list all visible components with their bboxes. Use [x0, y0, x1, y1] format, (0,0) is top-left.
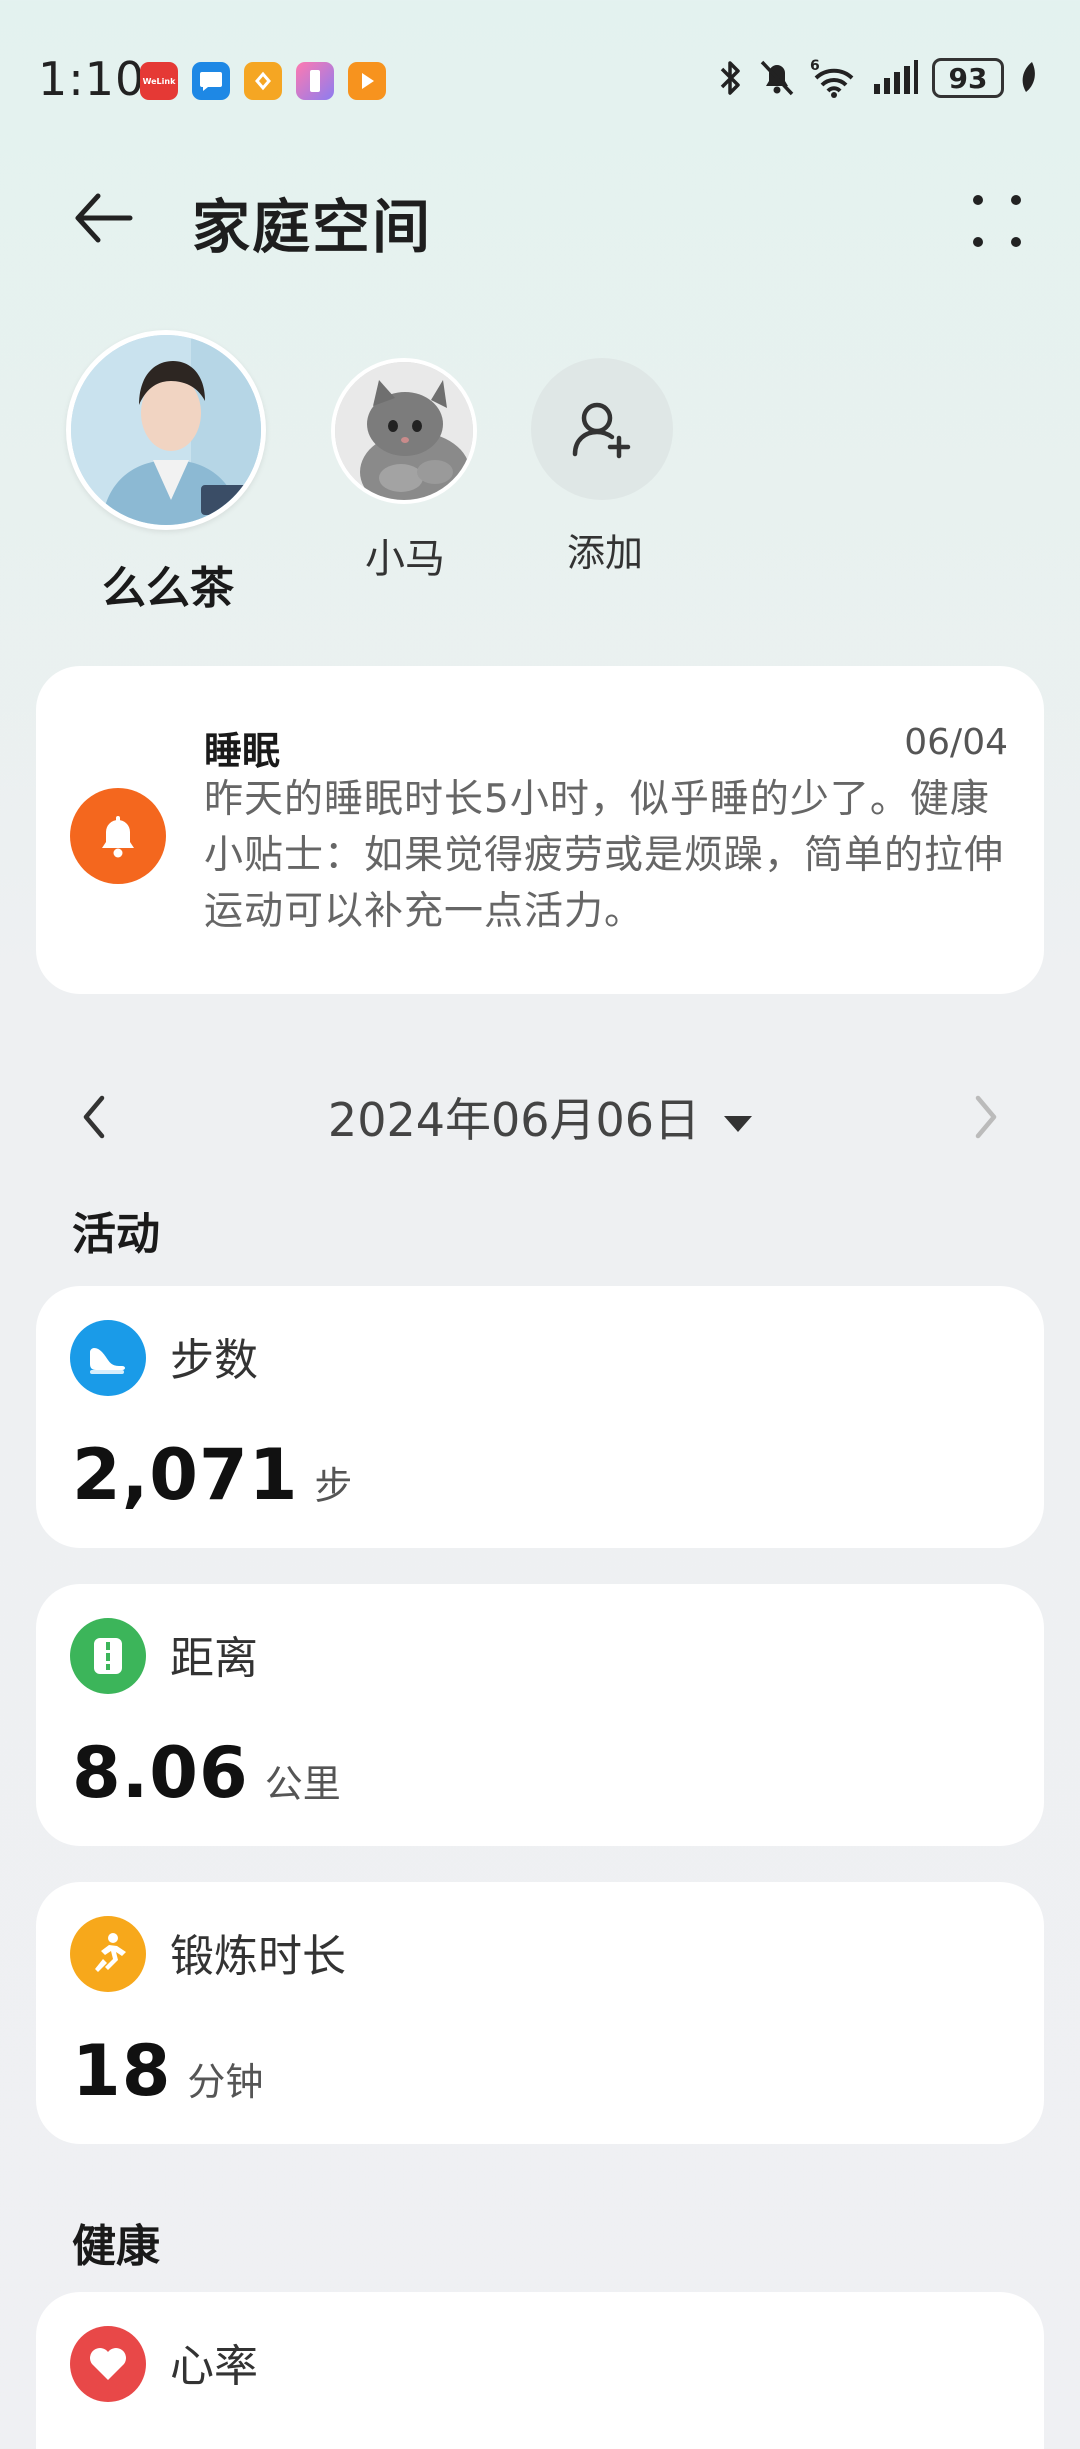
svg-text:6: 6: [810, 58, 820, 74]
app-gradient-icon: [296, 62, 334, 100]
metric-label: 锻炼时长: [170, 1931, 346, 1982]
heart-rate-card[interactable]: 心率: [36, 2292, 1044, 2449]
exercise-value: 18: [72, 2030, 172, 2112]
message-icon: [192, 62, 230, 100]
member-xiaoma[interactable]: 小马: [331, 358, 479, 584]
steps-card[interactable]: 步数 2,071 步: [36, 1286, 1044, 1548]
avatar: [331, 358, 477, 504]
metric-label: 步数: [170, 1335, 258, 1386]
arrow-left-icon: [75, 193, 133, 243]
add-circle: [531, 358, 673, 500]
battery-indicator: 93: [932, 58, 1004, 98]
road-icon: [70, 1618, 146, 1694]
metric-value: 18 分钟: [72, 2030, 263, 2112]
member-momocha[interactable]: 么么茶: [66, 330, 270, 616]
chevron-right-icon: [975, 1095, 997, 1139]
steps-unit: 步: [314, 1464, 353, 1508]
member-name: 小马: [365, 536, 445, 582]
date-navigator: 2024年06月06日: [0, 1080, 1080, 1150]
welink-icon: WeLink: [140, 62, 178, 100]
distance-card[interactable]: 距离 8.06 公里: [36, 1584, 1044, 1846]
notification-icons: WeLink: [140, 62, 386, 100]
exercise-unit: 分钟: [187, 2060, 264, 2104]
metric-value: 8.06 公里: [72, 1732, 341, 1814]
next-day-button[interactable]: [960, 1090, 1008, 1144]
add-member-label: 添加: [566, 531, 643, 575]
signal-icon: [874, 60, 918, 94]
header: 家庭空间: [0, 160, 1080, 270]
distance-unit: 公里: [264, 1762, 341, 1806]
wifi-icon: 6: [810, 58, 854, 98]
page-title: 家庭空间: [192, 193, 433, 261]
distance-value: 8.06: [72, 1732, 249, 1814]
caret-down-icon: [724, 1115, 753, 1132]
system-status-icons: 6 93: [718, 58, 1040, 98]
leaf-icon: [1022, 62, 1035, 92]
steps-value: 2,071: [72, 1434, 299, 1516]
metric-label: 距离: [170, 1633, 258, 1684]
back-button[interactable]: [68, 182, 140, 254]
bell-icon: [70, 788, 166, 884]
more-options-button[interactable]: [962, 186, 1032, 256]
mute-bell-icon: [760, 60, 794, 96]
app-orange-icon: [244, 62, 282, 100]
exercise-card[interactable]: 锻炼时长 18 分钟: [36, 1882, 1044, 2144]
bluetooth-icon: [720, 61, 740, 95]
add-user-icon: [572, 402, 631, 459]
heart-icon: [70, 2326, 146, 2402]
section-title-health: 健康: [72, 2221, 160, 2272]
date-text: 2024年06月06日: [327, 1093, 701, 1147]
alert-date: 06/04: [904, 722, 1008, 763]
add-member-button[interactable]: 添加: [531, 358, 679, 577]
status-bar: 1:10 WeLink 6 93: [0, 0, 1080, 160]
date-picker[interactable]: 2024年06月06日: [0, 1084, 1080, 1150]
shoe-icon: [70, 1320, 146, 1396]
alert-title: 睡眠: [204, 729, 281, 773]
section-title-activity: 活动: [72, 1209, 160, 1260]
alert-text: 昨天的睡眠时长5小时，似乎睡的少了。健康小贴士：如果觉得疲劳或是烦躁，简单的拉伸…: [204, 777, 1005, 934]
four-dots-icon: [973, 195, 1021, 247]
member-name: 么么茶: [102, 563, 234, 614]
metric-label: 心率: [170, 2341, 258, 2392]
family-members: 么么茶 小马 添加: [0, 330, 1080, 620]
sleep-alert-card[interactable]: 睡眠 06/04 昨天的睡眠时长5小时，似乎睡的少了。健康小贴士：如果觉得疲劳或…: [36, 666, 1044, 994]
welink-icon-label: WeLink: [142, 76, 176, 86]
clock: 1:10: [38, 52, 146, 106]
metric-value: 2,071 步: [72, 1434, 352, 1516]
avatar: [66, 330, 266, 530]
running-icon: [70, 1916, 146, 1992]
app-play-icon: [348, 62, 386, 100]
